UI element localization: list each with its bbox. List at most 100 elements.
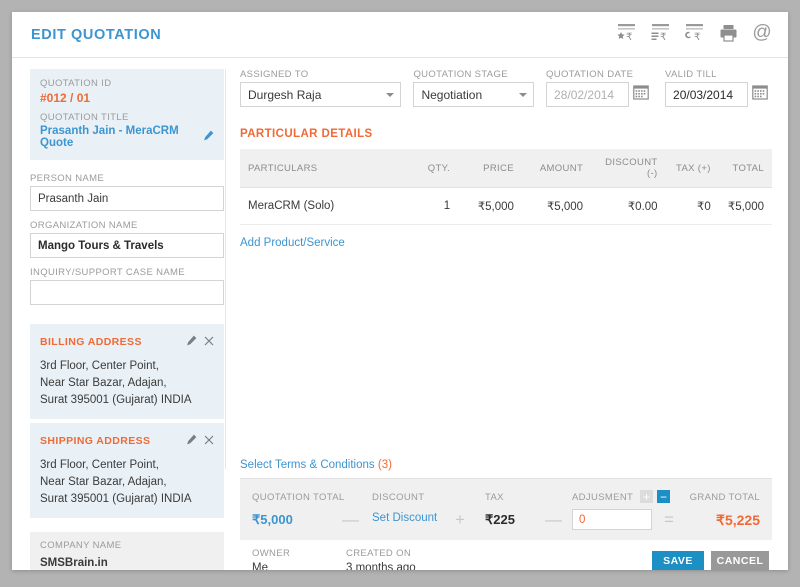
adjustment-plus-toggle[interactable]: + [640, 490, 653, 503]
cell-tax: ₹0 [666, 188, 719, 225]
valid-till-group: VALID TILL [665, 69, 772, 107]
owner-value: Me [252, 562, 268, 570]
modal-header: EDIT QUOTATION ₹ ₹ [12, 12, 788, 58]
assigned-to-select[interactable]: Durgesh Raja [240, 82, 401, 107]
inquiry-case-group: INQUIRY/SUPPORT CASE NAME [30, 267, 224, 305]
operator-minus: — [342, 512, 359, 527]
pdf-download-icon[interactable]: ₹ [684, 22, 705, 44]
grand-total-value: ₹5,225 [716, 512, 760, 529]
particular-details-title: PARTICULAR DETAILS [240, 128, 772, 140]
column-header-price: PRICE [458, 149, 522, 188]
select-terms-conditions-link[interactable]: Select Terms & Conditions (3) [240, 459, 392, 471]
set-discount-link[interactable]: Set Discount [372, 512, 437, 524]
column-header-tax: TAX (+) [666, 149, 719, 188]
billing-address-title: BILLING ADDRESS [40, 336, 186, 348]
quotation-date-wrap [546, 82, 653, 107]
svg-text:₹: ₹ [694, 32, 700, 43]
save-button[interactable]: SAVE [652, 551, 704, 570]
quotation-date-input[interactable] [546, 82, 629, 107]
terms-count: (3) [378, 459, 392, 471]
quotation-title-label: QUOTATION TITLE [40, 112, 214, 123]
cancel-button[interactable]: CANCEL [711, 551, 769, 570]
shipping-close-icon[interactable] [204, 432, 214, 450]
quotation-id-value: #012 / 01 [40, 91, 214, 105]
created-on-label: CREATED ON [346, 548, 411, 559]
assigned-to-select-wrap: Durgesh Raja [240, 82, 401, 107]
shipping-address-title: SHIPPING ADDRESS [40, 435, 186, 447]
table-row[interactable]: MeraCRM (Solo) 1 ₹5,000 ₹5,000 ₹0.00 ₹0 … [240, 188, 772, 225]
pdf-edit-icon[interactable]: ₹ [650, 22, 671, 44]
quotation-stage-select[interactable]: Negotiation [413, 82, 534, 107]
billing-address-line: 3rd Floor, Center Point, [40, 358, 214, 375]
created-on-value: 3 months ago [346, 562, 416, 570]
adjustment-label: ADJUSMENT [572, 492, 633, 503]
organization-name-input[interactable] [30, 233, 224, 258]
chevron-down-icon [386, 93, 394, 97]
assigned-to-label: ASSIGNED TO [240, 69, 401, 80]
quotation-title-row: Prasanth Jain - MeraCRM Quote [40, 125, 214, 149]
quotation-stage-label: QUOTATION STAGE [413, 69, 534, 80]
shipping-address-header: SHIPPING ADDRESS [40, 432, 214, 450]
email-icon[interactable]: @ [752, 22, 772, 44]
valid-till-label: VALID TILL [665, 69, 772, 80]
company-name-value: SMSBrain.in [40, 557, 108, 569]
shipping-address-line: 3rd Floor, Center Point, [40, 457, 214, 474]
sidebar-fields: PERSON NAME ORGANIZATION NAME INQUIRY/SU… [30, 160, 224, 320]
header-icon-group: ₹ ₹ ₹ [616, 22, 772, 44]
organization-name-group: ORGANIZATION NAME [30, 220, 224, 258]
inquiry-case-input[interactable] [30, 280, 224, 305]
billing-edit-pencil-icon[interactable] [186, 333, 197, 351]
quotation-total-label: QUOTATION TOTAL [252, 492, 345, 503]
calendar-icon[interactable] [633, 84, 649, 105]
billing-close-icon[interactable] [204, 333, 214, 351]
operator-minus-2: — [545, 512, 562, 527]
print-icon[interactable] [718, 22, 739, 44]
cell-amount: ₹5,000 [522, 188, 591, 225]
billing-address-block: BILLING ADDRESS 3rd Floor, Center Point,… [30, 324, 224, 419]
operator-equals: = [664, 512, 674, 527]
column-header-qty: QTY. [405, 149, 458, 188]
edit-pencil-icon[interactable] [203, 128, 214, 146]
person-name-input[interactable] [30, 186, 224, 211]
person-name-label: PERSON NAME [30, 173, 224, 184]
quotation-date-label: QUOTATION DATE [546, 69, 653, 80]
grand-total-label: GRAND TOTAL [690, 492, 760, 503]
person-name-group: PERSON NAME [30, 173, 224, 211]
particulars-table: PARTICULARS QTY. PRICE AMOUNT DISCOUNT (… [240, 149, 772, 225]
adjustment-minus-toggle[interactable]: − [657, 490, 670, 503]
quotation-main-panel: ASSIGNED TO Durgesh Raja QUOTATION STAGE… [240, 69, 772, 251]
company-name-label: COMPANY NAME [40, 540, 214, 551]
totals-bar: QUOTATION TOTAL ₹5,000 — DISCOUNT Set Di… [240, 478, 772, 541]
tax-label: TAX [485, 492, 504, 503]
quotation-date-group: QUOTATION DATE [546, 69, 653, 107]
quotation-total-value: ₹5,000 [252, 512, 293, 528]
quotation-stage-group: QUOTATION STAGE Negotiation [413, 69, 534, 107]
terms-label: Select Terms & Conditions [240, 459, 378, 471]
page-title: EDIT QUOTATION [31, 27, 161, 43]
table-header-row: PARTICULARS QTY. PRICE AMOUNT DISCOUNT (… [240, 149, 772, 188]
add-product-service-link[interactable]: Add Product/Service [240, 237, 345, 249]
inquiry-case-label: INQUIRY/SUPPORT CASE NAME [30, 267, 224, 278]
modal-footer: OWNER Me CREATED ON 3 months ago SAVE CA… [240, 540, 772, 570]
quotation-sidebar: QUOTATION ID #012 / 01 QUOTATION TITLE P… [30, 69, 224, 570]
valid-till-input[interactable] [665, 82, 748, 107]
svg-text:₹: ₹ [660, 32, 666, 43]
billing-address-header: BILLING ADDRESS [40, 333, 214, 351]
pdf-star-icon[interactable]: ₹ [616, 22, 637, 44]
tax-value: ₹225 [485, 512, 515, 528]
calendar-icon[interactable] [752, 84, 768, 105]
billing-address-line: Near Star Bazar, Adajan, [40, 375, 214, 392]
top-form-row: ASSIGNED TO Durgesh Raja QUOTATION STAGE… [240, 69, 772, 107]
billing-address-lines: 3rd Floor, Center Point, Near Star Bazar… [40, 358, 214, 409]
edit-quotation-modal: EDIT QUOTATION ₹ ₹ [12, 12, 788, 570]
shipping-edit-pencil-icon[interactable] [186, 432, 197, 450]
assigned-to-group: ASSIGNED TO Durgesh Raja [240, 69, 401, 107]
billing-address-actions [186, 333, 214, 351]
column-header-total: TOTAL [719, 149, 772, 188]
cell-qty: 1 [405, 188, 458, 225]
company-name-block: COMPANY NAME SMSBrain.in [30, 532, 224, 570]
owner-label: OWNER [252, 548, 290, 559]
adjustment-input[interactable] [572, 509, 652, 530]
shipping-address-line: Near Star Bazar, Adajan, [40, 474, 214, 491]
column-header-particulars: PARTICULARS [240, 149, 405, 188]
